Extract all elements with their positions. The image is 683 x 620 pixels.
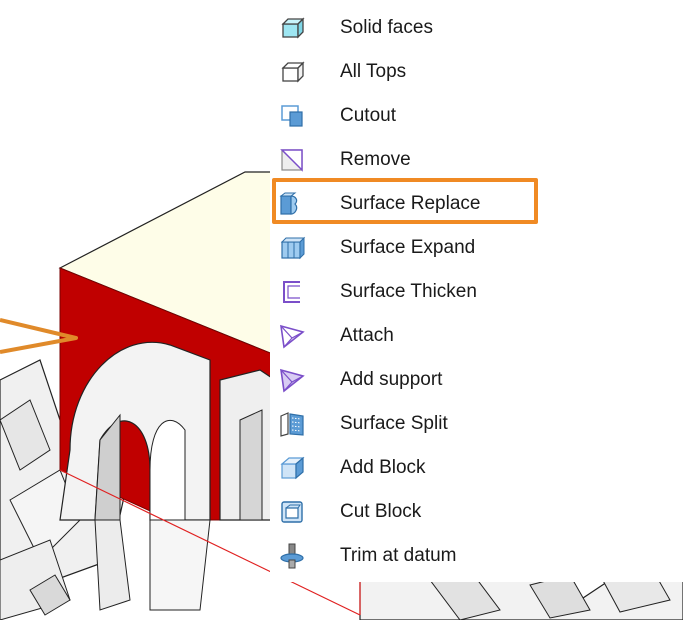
highlight-frame — [272, 178, 538, 224]
add-block-icon — [280, 456, 305, 480]
menu-item-attach[interactable]: Attach — [270, 314, 683, 358]
menu-item-cut-block[interactable]: Cut Block — [270, 490, 683, 534]
all-tops-icon — [281, 61, 305, 83]
menu-item-surface-split[interactable]: Surface Split — [270, 402, 683, 446]
menu-item-label: Surface Thicken — [340, 281, 477, 302]
attach-icon — [280, 324, 305, 349]
context-menu: Solid faces All Tops Cutout Remove Surfa… — [270, 0, 683, 582]
menu-item-label: Surface Expand — [340, 237, 476, 258]
surface-expand-icon — [280, 236, 306, 260]
menu-item-remove[interactable]: Remove — [270, 138, 683, 182]
surface-thicken-icon — [283, 281, 300, 303]
menu-item-label: Cutout — [340, 105, 396, 126]
menu-item-cutout[interactable]: Cutout — [270, 94, 683, 138]
menu-item-label: Add Block — [340, 457, 426, 478]
solid-faces-icon — [281, 17, 305, 39]
remove-icon — [280, 149, 303, 172]
trim-at-datum-icon — [280, 543, 304, 569]
menu-item-add-support[interactable]: Add support — [270, 358, 683, 402]
menu-item-label: Cut Block — [340, 501, 422, 522]
menu-item-label: Surface Split — [340, 413, 448, 434]
menu-item-label: Remove — [340, 149, 411, 170]
menu-item-label: Attach — [340, 325, 394, 346]
cut-block-icon — [281, 501, 303, 523]
cutout-icon — [281, 105, 303, 127]
menu-item-label: Add support — [340, 369, 443, 390]
gear-teeth — [59, 341, 276, 611]
menu-item-surface-expand[interactable]: Surface Expand — [270, 226, 683, 270]
menu-item-label: Solid faces — [340, 17, 433, 38]
menu-item-add-block[interactable]: Add Block — [270, 446, 683, 490]
menu-item-all-tops[interactable]: All Tops — [270, 50, 683, 94]
menu-item-label: Trim at datum — [340, 545, 457, 566]
menu-item-trim-at-datum[interactable]: Trim at datum — [270, 534, 683, 578]
add-support-icon — [280, 368, 305, 393]
menu-item-surface-thicken[interactable]: Surface Thicken — [270, 270, 683, 314]
menu-item-solid-faces[interactable]: Solid faces — [270, 6, 683, 50]
surface-split-icon — [280, 412, 304, 437]
menu-item-label: All Tops — [340, 61, 407, 82]
